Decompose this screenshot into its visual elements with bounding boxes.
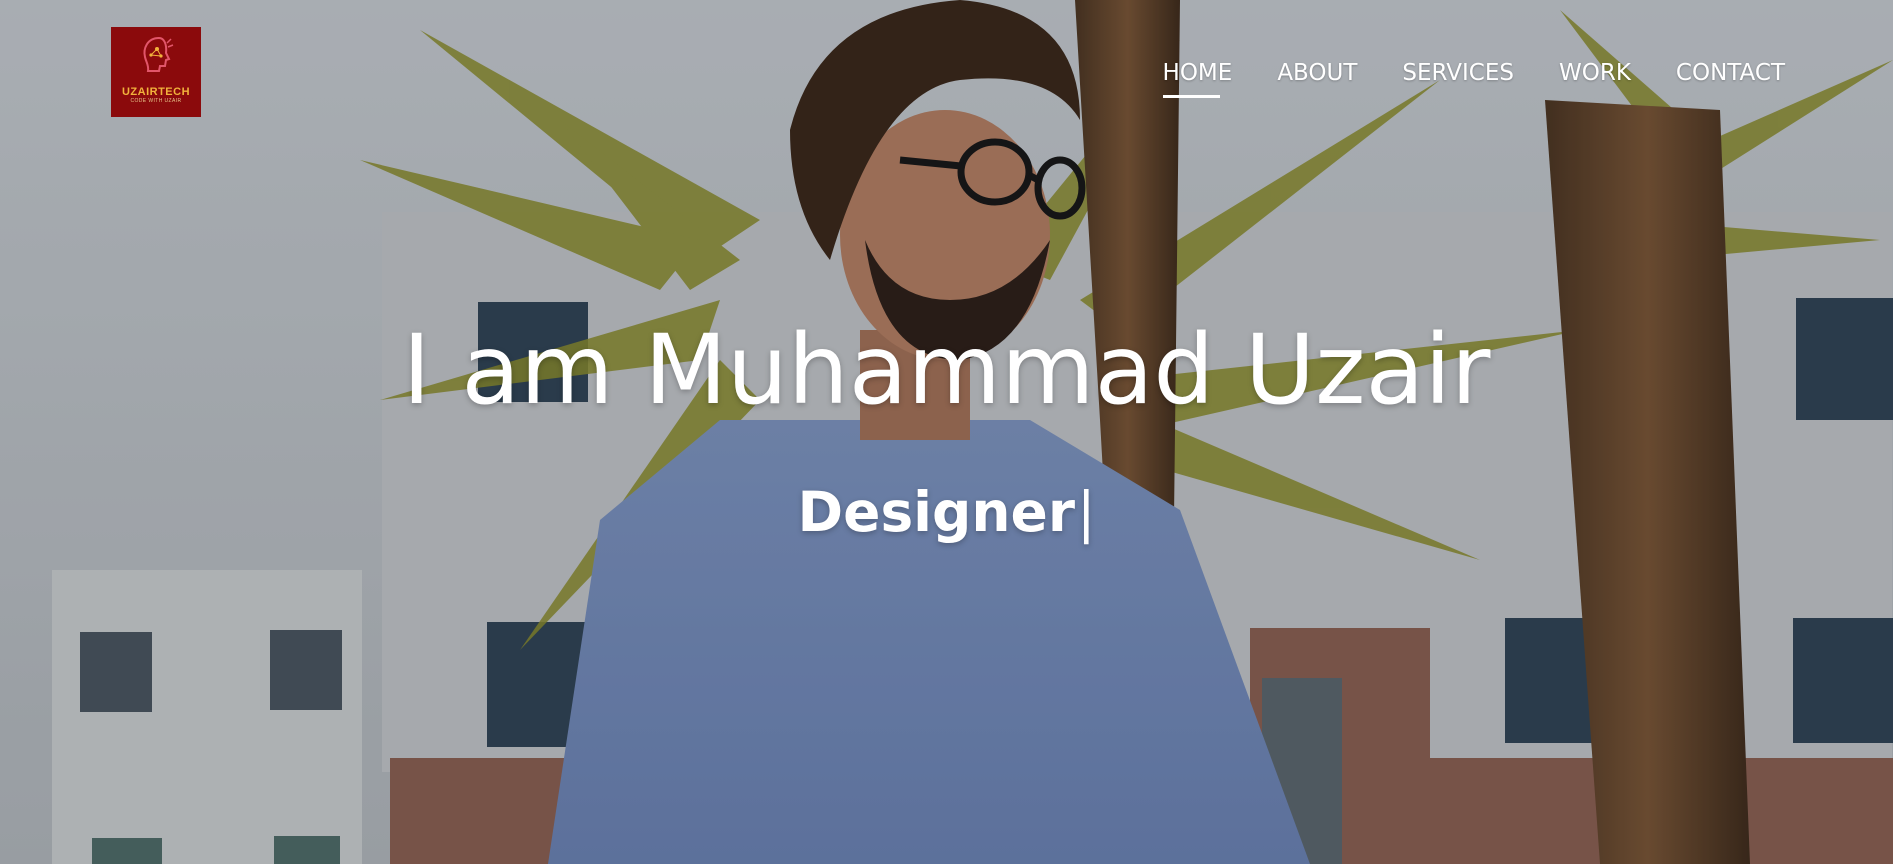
hero-section: UZAIRTECH CODE WITH UZAIR HOME ABOUT SER… <box>0 0 1893 864</box>
main-navigation: HOME ABOUT SERVICES WORK CONTACT <box>1162 56 1785 98</box>
nav-link-work[interactable]: WORK <box>1559 56 1631 90</box>
nav-link-services[interactable]: SERVICES <box>1402 56 1514 90</box>
logo-tagline: CODE WITH UZAIR <box>130 98 182 104</box>
nav-link-about[interactable]: ABOUT <box>1277 56 1357 90</box>
logo-name: UZAIRTECH <box>121 86 191 98</box>
nav-link-home[interactable]: HOME <box>1162 56 1232 98</box>
typed-role-text: Designer <box>797 480 1075 544</box>
hero-headline: I am Muhammad Uzair <box>402 314 1491 426</box>
nav-link-contact[interactable]: CONTACT <box>1676 56 1785 90</box>
hero-subtitle: Designer| <box>0 474 1893 550</box>
head-profile-icon <box>143 36 174 72</box>
brand-logo[interactable]: UZAIRTECH CODE WITH UZAIR <box>111 27 201 117</box>
typing-cursor: | <box>1076 480 1096 544</box>
